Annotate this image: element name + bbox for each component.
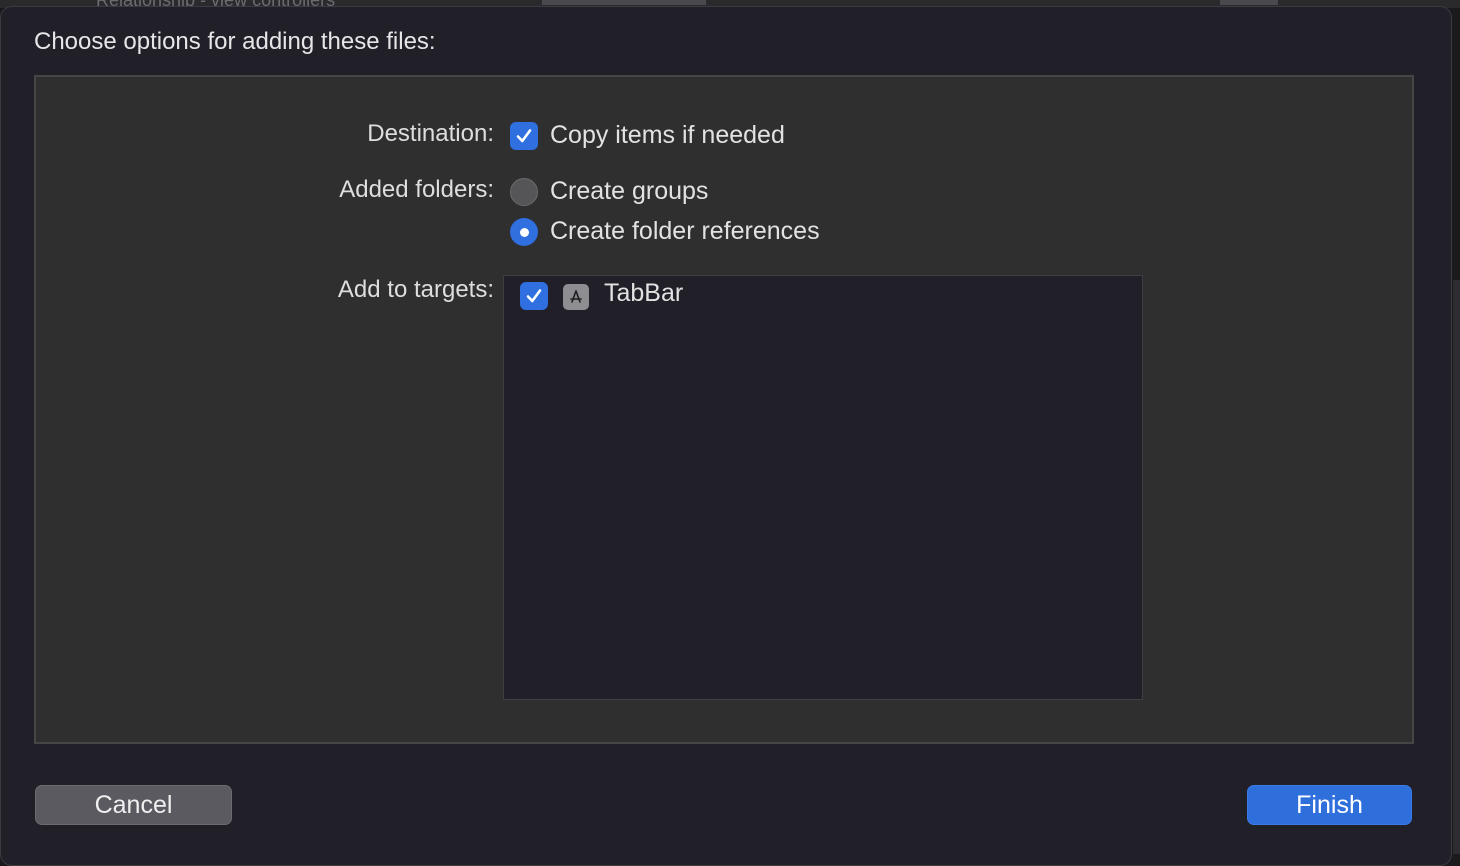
app-store-a-icon <box>570 290 582 303</box>
sheet-title: Choose options for adding these files: <box>34 28 436 55</box>
checkmark-icon <box>516 129 532 143</box>
create-groups-label[interactable]: Create groups <box>550 177 708 206</box>
background-window-edge <box>1453 280 1460 854</box>
create-folder-references-label[interactable]: Create folder references <box>550 217 820 246</box>
copy-items-checkbox[interactable] <box>510 122 538 150</box>
background-scroll-indicator <box>1220 0 1278 5</box>
background-tab-indicator <box>542 0 706 5</box>
create-groups-radio[interactable] <box>510 178 538 206</box>
target-tabbar-label: TabBar <box>604 279 684 307</box>
destination-label: Destination: <box>367 120 494 147</box>
added-folders-label: Added folders: <box>339 176 494 203</box>
cancel-button[interactable]: Cancel <box>35 785 232 825</box>
checkmark-icon <box>526 289 542 303</box>
radio-selected-dot <box>519 227 529 237</box>
copy-items-label[interactable]: Copy items if needed <box>550 121 785 150</box>
app-target-icon <box>563 284 589 310</box>
add-to-targets-label: Add to targets: <box>337 276 494 303</box>
create-folder-references-radio[interactable] <box>510 218 538 246</box>
targets-list[interactable] <box>503 275 1143 700</box>
target-tabbar-checkbox[interactable] <box>520 282 548 310</box>
finish-button[interactable]: Finish <box>1247 785 1412 825</box>
